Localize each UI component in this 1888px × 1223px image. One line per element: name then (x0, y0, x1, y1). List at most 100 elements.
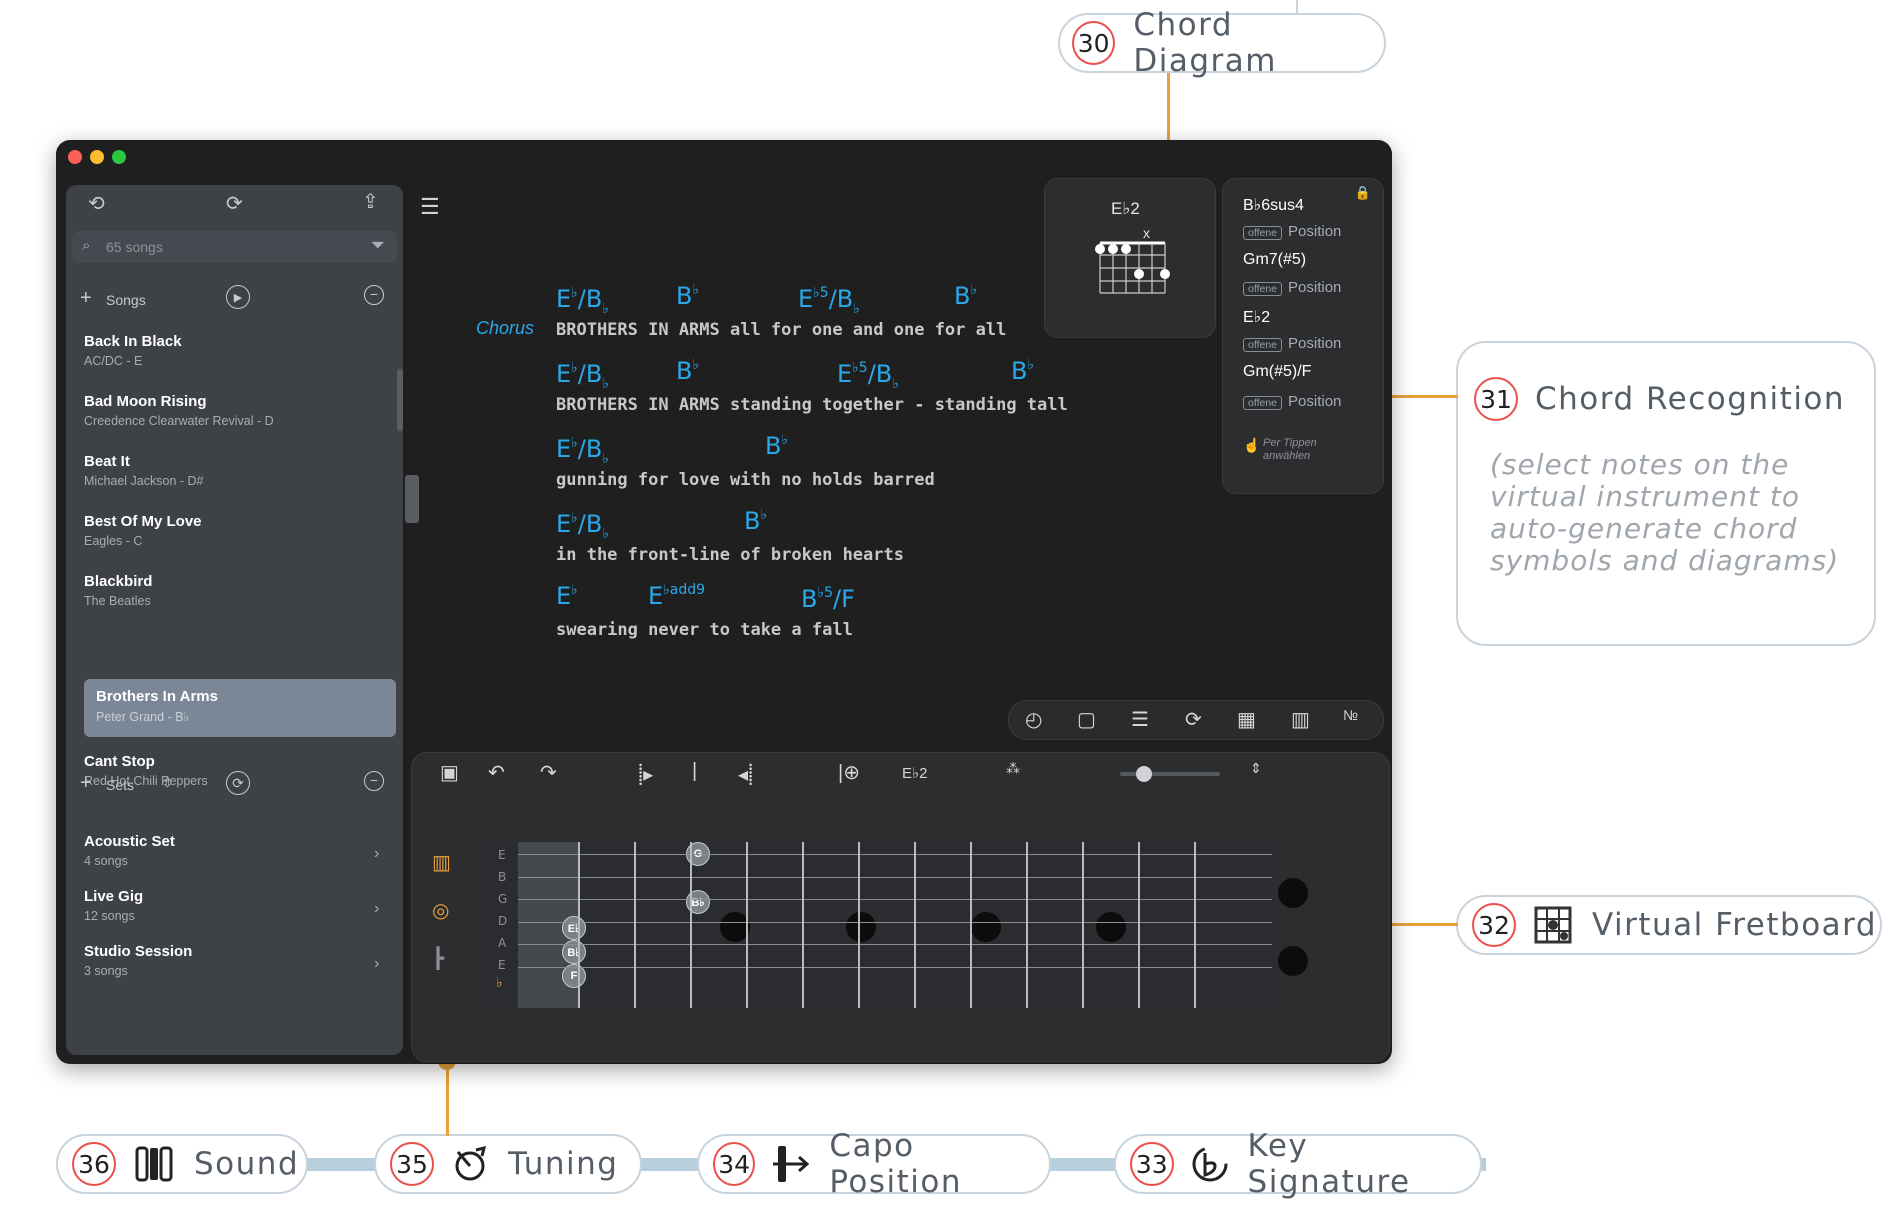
capo-icon (771, 1144, 811, 1184)
tuning-icon[interactable]: ◎ (432, 898, 449, 923)
list-item[interactable]: Blackbird The Beatles (84, 573, 152, 608)
recognized-chord[interactable]: B♭6sus4 (1243, 195, 1304, 215)
tuning-icon (450, 1144, 490, 1184)
chord-position[interactable]: offene Position (1243, 335, 1341, 352)
app-window: ⟲ ⟳ ⇪ ⌕ 65 songs ⏷ + Songs ▶ − Back In B… (56, 140, 1392, 1064)
add-song-icon[interactable]: + (80, 287, 92, 310)
chord-position[interactable]: offene Position (1243, 393, 1341, 410)
fret-note[interactable]: F (562, 964, 586, 988)
fret-wire (690, 842, 692, 1008)
lyric-line: BROTHERS IN ARMS all for one and one for… (556, 320, 1007, 340)
zoom-window-button[interactable] (112, 150, 126, 164)
collapse-songs-icon[interactable]: − (364, 285, 384, 305)
insert-end-icon[interactable]: ◂⸽ (738, 760, 753, 787)
fret-note[interactable]: E♭ (562, 916, 586, 940)
chord-label[interactable]: E♭ (556, 582, 578, 610)
key-signature-icon[interactable]: ♭ (496, 974, 503, 991)
sync-back-icon[interactable]: ⟲ (88, 191, 105, 216)
list-item[interactable]: Beat It Michael Jackson - D# (84, 453, 204, 488)
chord-label[interactable]: E♭5/B♭ (837, 360, 899, 392)
current-chord[interactable]: E♭2 (902, 764, 927, 782)
capo-icon[interactable]: ┣ (432, 946, 444, 971)
insert-start-icon[interactable]: ⸽▸ (638, 760, 653, 787)
chord-label[interactable]: B♭ (765, 432, 788, 460)
list-item[interactable]: Back In Black AC/DC - E (84, 333, 182, 368)
minimize-window-button[interactable] (90, 150, 104, 164)
chord-label[interactable]: B♭ (744, 507, 767, 535)
cursor-icon[interactable]: | (692, 760, 697, 783)
zoom-slider[interactable] (1120, 766, 1220, 782)
play-icon[interactable]: ▶ (226, 285, 250, 309)
callout-label: Chord Diagram (1133, 7, 1277, 79)
list-item[interactable]: Bad Moon Rising Creedence Clearwater Revi… (84, 393, 274, 428)
fret-wire (578, 842, 580, 1008)
callout-label: Virtual Fretboard (1592, 907, 1878, 943)
fingering-icon[interactable]: ⁂ (1006, 760, 1020, 777)
list-item[interactable]: Cant Stop Red Hot Chili Peppers (84, 753, 208, 788)
undo-icon[interactable]: ↶ (488, 760, 505, 785)
align-icon[interactable]: ☰ (1131, 707, 1149, 732)
chord-recognition-panel: 🔒 B♭6sus4 offene Position Gm7(#5) offene P… (1222, 178, 1384, 494)
callout-number: 31 (1474, 377, 1518, 421)
chord-label[interactable]: B♭ (1011, 357, 1034, 385)
zoom-slider-thumb[interactable] (1136, 766, 1152, 782)
tap-hint: Per Tippen anwählen (1263, 437, 1317, 462)
redo-icon[interactable]: ↷ (540, 760, 557, 785)
lock-icon[interactable]: 🔒 (1355, 185, 1371, 201)
sidebar-resize-handle[interactable] (405, 475, 419, 523)
menu-icon[interactable]: ☰ (420, 194, 440, 220)
sync-sets-icon[interactable]: ⟳ (226, 771, 250, 795)
recognized-chord[interactable]: E♭2 (1243, 307, 1270, 327)
filter-icon[interactable]: ⏷ (371, 235, 385, 256)
chord-label[interactable]: E♭/B♭ (556, 285, 609, 317)
set-item[interactable]: Acoustic Set 4 songs (84, 833, 175, 868)
sort-icon[interactable]: ⇳ (162, 775, 173, 791)
fretboard[interactable] (488, 842, 1272, 1008)
sidebar: ⟲ ⟳ ⇪ ⌕ 65 songs ⏷ + Songs ▶ − Back In B… (66, 185, 403, 1055)
search-field[interactable]: ⌕ 65 songs ⏷ (72, 231, 397, 263)
collapse-sets-icon[interactable]: − (364, 771, 384, 791)
callout-number: 33 (1130, 1142, 1174, 1186)
chord-label[interactable]: E♭add9 (648, 582, 705, 610)
share-icon[interactable]: ⇪ (362, 189, 379, 214)
sound-icon[interactable]: ▥ (432, 850, 451, 875)
fret-inlay (846, 912, 876, 942)
callout-tuning: 35 Tuning (374, 1134, 642, 1194)
save-icon[interactable]: ▣ (440, 760, 459, 785)
chord-position[interactable]: offene Position (1243, 279, 1341, 296)
string-label: B (498, 870, 507, 884)
string-label: D (498, 914, 508, 928)
stepper-icon[interactable]: ⇕ (1250, 760, 1262, 777)
recognized-chord[interactable]: Gm(#5)/F (1243, 363, 1311, 381)
refresh-icon[interactable]: ⟳ (226, 191, 243, 216)
chord-label[interactable]: E♭5/B♭ (798, 285, 860, 317)
chevron-right-icon: › (374, 955, 380, 972)
list-item-selected[interactable]: Brothers In Arms Peter Grand - B♭ (96, 688, 218, 724)
chord-label[interactable]: B♭5/F (801, 585, 855, 613)
sound-icon (134, 1144, 174, 1184)
set-item[interactable]: Live Gig 12 songs (84, 888, 143, 923)
recognized-chord[interactable]: Gm7(#5) (1243, 251, 1306, 269)
number-icon[interactable]: № (1343, 707, 1358, 723)
chevron-right-icon: › (374, 900, 380, 917)
fretboard-view-icon[interactable]: ▦ (1237, 707, 1256, 732)
set-item[interactable]: Studio Session 3 songs (84, 943, 192, 978)
chord-diagram-panel[interactable]: E♭2 x (1044, 178, 1216, 338)
metronome-icon[interactable]: ◴ (1025, 707, 1042, 732)
piano-icon[interactable]: ▥ (1291, 707, 1310, 732)
chord-label[interactable]: E♭/B♭ (556, 510, 609, 542)
add-set-icon[interactable]: + (80, 772, 92, 795)
callout-virtual-fretboard: 32 Virtual Fretboard (1456, 895, 1882, 955)
scrollbar-thumb[interactable] (397, 369, 403, 431)
clipboard-icon[interactable]: ▢ (1077, 707, 1096, 732)
list-item[interactable]: Best Of My Love Eagles - C (84, 513, 202, 548)
chord-label[interactable]: B♭ (676, 282, 699, 310)
add-chord-icon[interactable]: |⊕ (838, 760, 860, 785)
autoscroll-icon[interactable]: ⟳ (1185, 707, 1202, 732)
chord-label[interactable]: B♭ (676, 357, 699, 385)
chord-label[interactable]: E♭/B♭ (556, 435, 609, 467)
chord-label[interactable]: B♭ (954, 282, 977, 310)
close-window-button[interactable] (68, 150, 82, 164)
chord-position[interactable]: offene Position (1243, 223, 1341, 240)
chord-label[interactable]: E♭/B♭ (556, 360, 609, 392)
